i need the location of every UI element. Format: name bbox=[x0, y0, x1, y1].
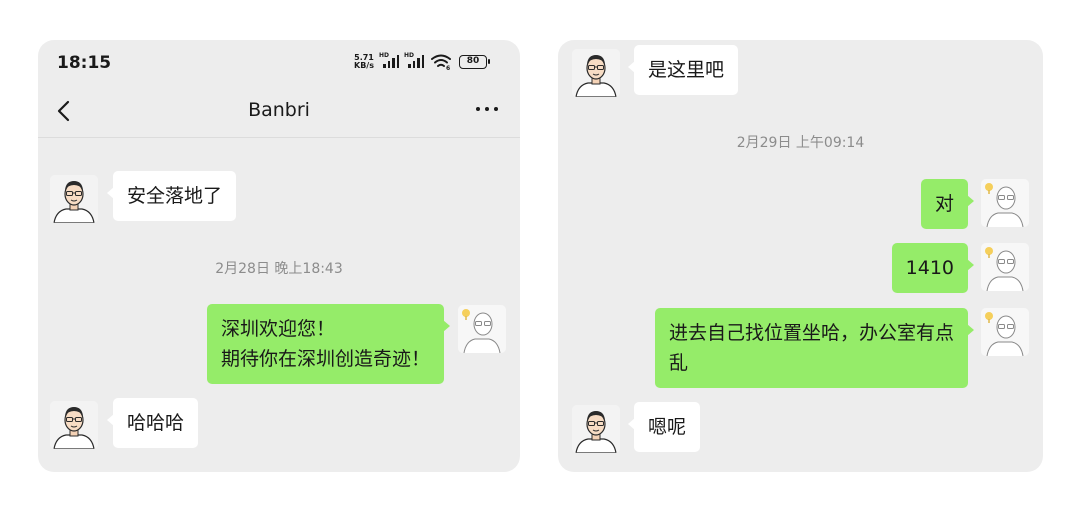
incoming-message-bubble[interactable]: 嗯呢 bbox=[627, 402, 701, 452]
chat-screenshot-left: 18:15 5.71 KB/s HD HD 6 80 Banbri 安全落地了 … bbox=[38, 40, 520, 472]
outgoing-message-bubble[interactable]: 1410 bbox=[891, 243, 975, 293]
incoming-message-bubble[interactable]: 是这里吧 bbox=[627, 45, 739, 95]
outgoing-message-bubble[interactable]: 深圳欢迎您！ 期待你在深圳创造奇迹！ bbox=[206, 304, 451, 384]
message-timestamp: 2月28日 晚上18:43 bbox=[215, 261, 343, 277]
outgoing-message-bubble[interactable]: 进去自己找位置坐哈，办公室有点 乱 bbox=[654, 308, 975, 388]
network-speed: 5.71 KB/s bbox=[354, 53, 374, 70]
message-timestamp: 2月29日 上午09:14 bbox=[736, 135, 865, 151]
incoming-message-bubble[interactable]: 哈哈哈 bbox=[106, 398, 199, 448]
chat-screenshot-right: 是这里吧 2月29日 上午09:14 对 1410 进去自己找位置坐哈，办公室有… bbox=[558, 40, 1043, 472]
chat-title: Banbri bbox=[248, 99, 310, 121]
more-dots-icon[interactable] bbox=[476, 107, 498, 111]
chat-header: Banbri bbox=[38, 84, 520, 138]
contact-avatar[interactable] bbox=[572, 405, 620, 453]
my-avatar[interactable] bbox=[458, 305, 506, 353]
contact-avatar[interactable] bbox=[50, 401, 98, 449]
wifi-icon: 6 bbox=[431, 54, 453, 72]
my-avatar[interactable] bbox=[981, 179, 1029, 227]
my-avatar[interactable] bbox=[981, 243, 1029, 291]
status-bar: 18:15 5.71 KB/s HD HD 6 80 bbox=[38, 40, 520, 84]
svg-text:6: 6 bbox=[446, 65, 450, 70]
incoming-message-bubble[interactable]: 安全落地了 bbox=[106, 171, 237, 221]
signal-strength-icon: HD bbox=[379, 52, 401, 69]
my-avatar[interactable] bbox=[981, 308, 1029, 356]
contact-avatar[interactable] bbox=[50, 175, 98, 223]
outgoing-message-bubble[interactable]: 对 bbox=[920, 179, 975, 229]
signal-strength-icon: HD bbox=[404, 52, 426, 69]
status-time: 18:15 bbox=[57, 53, 112, 73]
battery-icon: 80 bbox=[459, 55, 490, 69]
contact-avatar[interactable] bbox=[572, 49, 620, 97]
